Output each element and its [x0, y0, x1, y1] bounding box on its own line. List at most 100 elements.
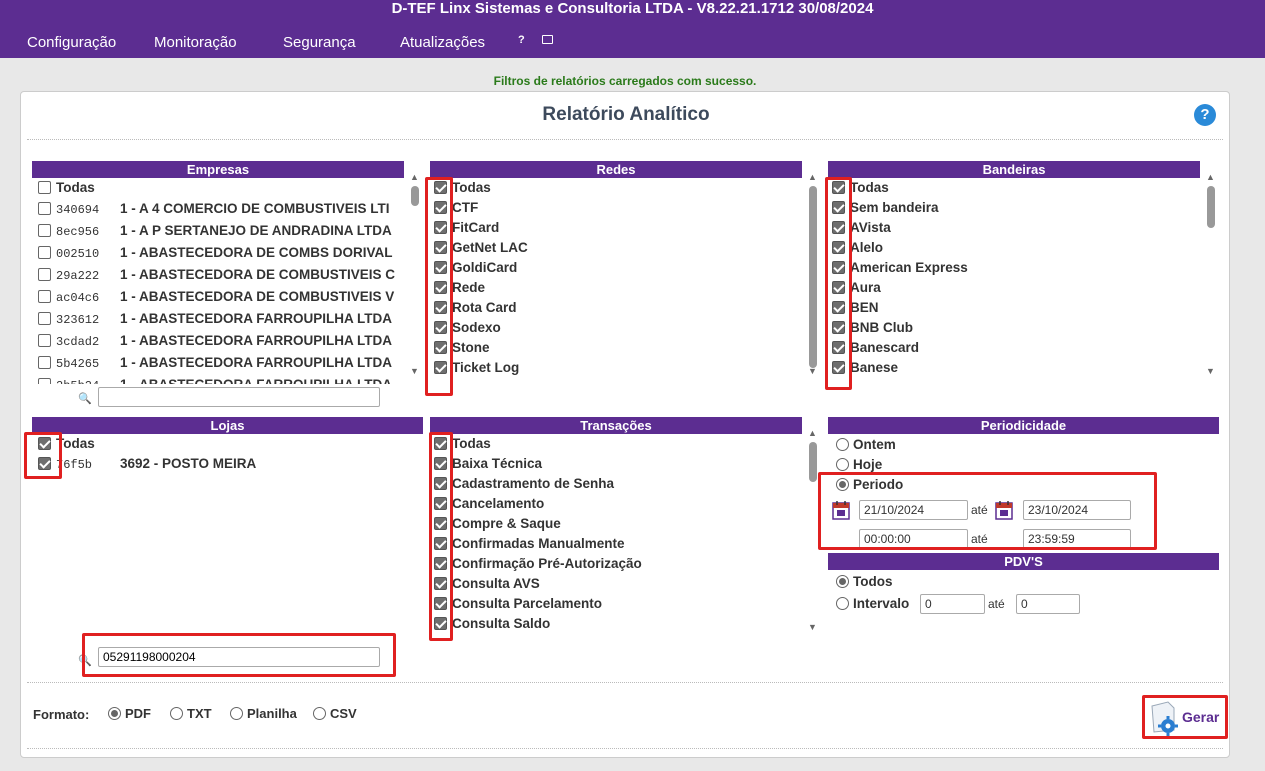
radio[interactable]: [836, 575, 849, 588]
radio[interactable]: [170, 707, 183, 720]
lojas-item[interactable]: 76f5b 3692 - POSTO MEIRA: [38, 454, 418, 474]
checkbox[interactable]: [434, 557, 447, 570]
format-csv[interactable]: CSV: [313, 706, 357, 721]
transacao-item[interactable]: Todas: [434, 434, 794, 454]
pdv-to-input[interactable]: 0: [1016, 594, 1080, 614]
checkbox[interactable]: [38, 457, 51, 470]
checkbox[interactable]: [832, 181, 845, 194]
format-txt[interactable]: TXT: [170, 706, 212, 721]
checkbox[interactable]: [38, 334, 51, 347]
empresas-search-input[interactable]: [98, 387, 380, 407]
empresa-item[interactable]: 8ec956 1 - A P SERTANEJO DE ANDRADINA LTD…: [38, 220, 396, 242]
bandeira-item[interactable]: Aura: [832, 278, 1192, 298]
option-pdv-todos[interactable]: Todos: [836, 574, 893, 589]
transacao-item[interactable]: Confirmadas Manualmente: [434, 534, 794, 554]
menu-screen-icon[interactable]: [542, 35, 553, 44]
checkbox[interactable]: [38, 290, 51, 303]
lojas-search-input[interactable]: [98, 647, 380, 667]
time-from-input[interactable]: 00:00:00: [859, 529, 968, 549]
checkbox[interactable]: [434, 617, 447, 630]
transacao-item[interactable]: Consulta AVS: [434, 574, 794, 594]
checkbox[interactable]: [434, 537, 447, 550]
checkbox[interactable]: [38, 224, 51, 237]
checkbox[interactable]: [832, 361, 845, 374]
checkbox[interactable]: [38, 246, 51, 259]
option-ontem[interactable]: Ontem: [836, 437, 896, 452]
bandeira-item[interactable]: Banescard: [832, 338, 1192, 358]
checkbox[interactable]: [434, 477, 447, 490]
checkbox[interactable]: [434, 321, 447, 334]
bandeira-item[interactable]: BEN: [832, 298, 1192, 318]
checkbox[interactable]: [832, 321, 845, 334]
empresas-todas[interactable]: Todas: [38, 178, 396, 198]
radio[interactable]: [836, 438, 849, 451]
empresa-item[interactable]: 2b5b241 - ABASTECEDORA FARROUPILHA LTDA: [38, 374, 396, 384]
format-pdf[interactable]: PDF: [108, 706, 151, 721]
checkbox[interactable]: [832, 201, 845, 214]
radio[interactable]: [230, 707, 243, 720]
format-planilha[interactable]: Planilha: [230, 706, 297, 721]
bandeira-item[interactable]: Sem bandeira: [832, 198, 1192, 218]
radio[interactable]: [108, 707, 121, 720]
checkbox[interactable]: [434, 517, 447, 530]
menu-monitoracao[interactable]: Monitoração: [154, 34, 237, 51]
transacao-item[interactable]: Consulta Parcelamento: [434, 594, 794, 614]
rede-item[interactable]: GoldiCard: [434, 258, 794, 278]
checkbox[interactable]: [434, 597, 447, 610]
pdv-from-input[interactable]: 0: [920, 594, 985, 614]
lojas-todas[interactable]: Todas: [38, 434, 418, 454]
redes-scrollbar[interactable]: ▲ ▼: [806, 172, 819, 376]
checkbox[interactable]: [38, 268, 51, 281]
checkbox[interactable]: [832, 281, 845, 294]
checkbox[interactable]: [434, 361, 447, 374]
checkbox[interactable]: [832, 341, 845, 354]
bandeiras-scrollbar[interactable]: ▲ ▼: [1204, 172, 1217, 376]
calendar-icon[interactable]: [832, 500, 850, 520]
rede-item[interactable]: Stone: [434, 338, 794, 358]
radio[interactable]: [836, 478, 849, 491]
menu-seguranca[interactable]: Segurança: [283, 34, 356, 51]
radio[interactable]: [313, 707, 326, 720]
radio[interactable]: [836, 458, 849, 471]
bandeira-item[interactable]: Banese: [832, 358, 1192, 378]
empresa-item[interactable]: 3cdad2 1 - ABASTECEDORA FARROUPILHA LTDA: [38, 330, 396, 352]
rede-item[interactable]: Sodexo: [434, 318, 794, 338]
bandeira-item[interactable]: BNB Club: [832, 318, 1192, 338]
rede-item[interactable]: CTF: [434, 198, 794, 218]
transacao-item[interactable]: Consulta Saldo: [434, 614, 794, 634]
checkbox[interactable]: [434, 437, 447, 450]
time-to-input[interactable]: 23:59:59: [1023, 529, 1131, 549]
transacao-item[interactable]: Cadastramento de Senha: [434, 474, 794, 494]
option-periodo[interactable]: Periodo: [836, 477, 903, 492]
rede-item[interactable]: Rede: [434, 278, 794, 298]
bandeira-item[interactable]: Todas: [832, 178, 1192, 198]
menu-help-icon[interactable]: ?: [518, 34, 525, 46]
checkbox[interactable]: [434, 241, 447, 254]
bandeira-item[interactable]: AVista: [832, 218, 1192, 238]
checkbox[interactable]: [434, 201, 447, 214]
bandeira-item[interactable]: American Express: [832, 258, 1192, 278]
empresa-item[interactable]: 29a222 1 - ABASTECEDORA DE COMBUSTIVEIS C: [38, 264, 396, 286]
checkbox[interactable]: [434, 221, 447, 234]
transacao-item[interactable]: Confirmação Pré-Autorização: [434, 554, 794, 574]
checkbox[interactable]: [832, 241, 845, 254]
checkbox[interactable]: [434, 577, 447, 590]
empresa-item[interactable]: ac04c6 1 - ABASTECEDORA DE COMBUSTIVEIS V: [38, 286, 396, 308]
menu-configuracao[interactable]: Configuração: [27, 34, 116, 51]
transacoes-scrollbar[interactable]: ▲ ▼: [806, 428, 819, 632]
radio[interactable]: [836, 597, 849, 610]
checkbox[interactable]: [38, 356, 51, 369]
empresa-item[interactable]: 340694 1 - A 4 COMERCIO DE COMBUSTIVEIS L…: [38, 198, 396, 220]
checkbox[interactable]: [434, 497, 447, 510]
checkbox[interactable]: [38, 378, 51, 384]
rede-item[interactable]: Rota Card: [434, 298, 794, 318]
option-hoje[interactable]: Hoje: [836, 457, 882, 472]
gerar-button[interactable]: Gerar: [1146, 698, 1226, 736]
transacao-item[interactable]: Baixa Técnica: [434, 454, 794, 474]
rede-item[interactable]: Ticket Log: [434, 358, 794, 378]
empresas-scrollbar[interactable]: ▲ ▼: [408, 172, 421, 376]
checkbox[interactable]: [38, 437, 51, 450]
checkbox[interactable]: [434, 181, 447, 194]
empresa-item[interactable]: 323612 1 - ABASTECEDORA FARROUPILHA LTDA: [38, 308, 396, 330]
checkbox[interactable]: [38, 202, 51, 215]
